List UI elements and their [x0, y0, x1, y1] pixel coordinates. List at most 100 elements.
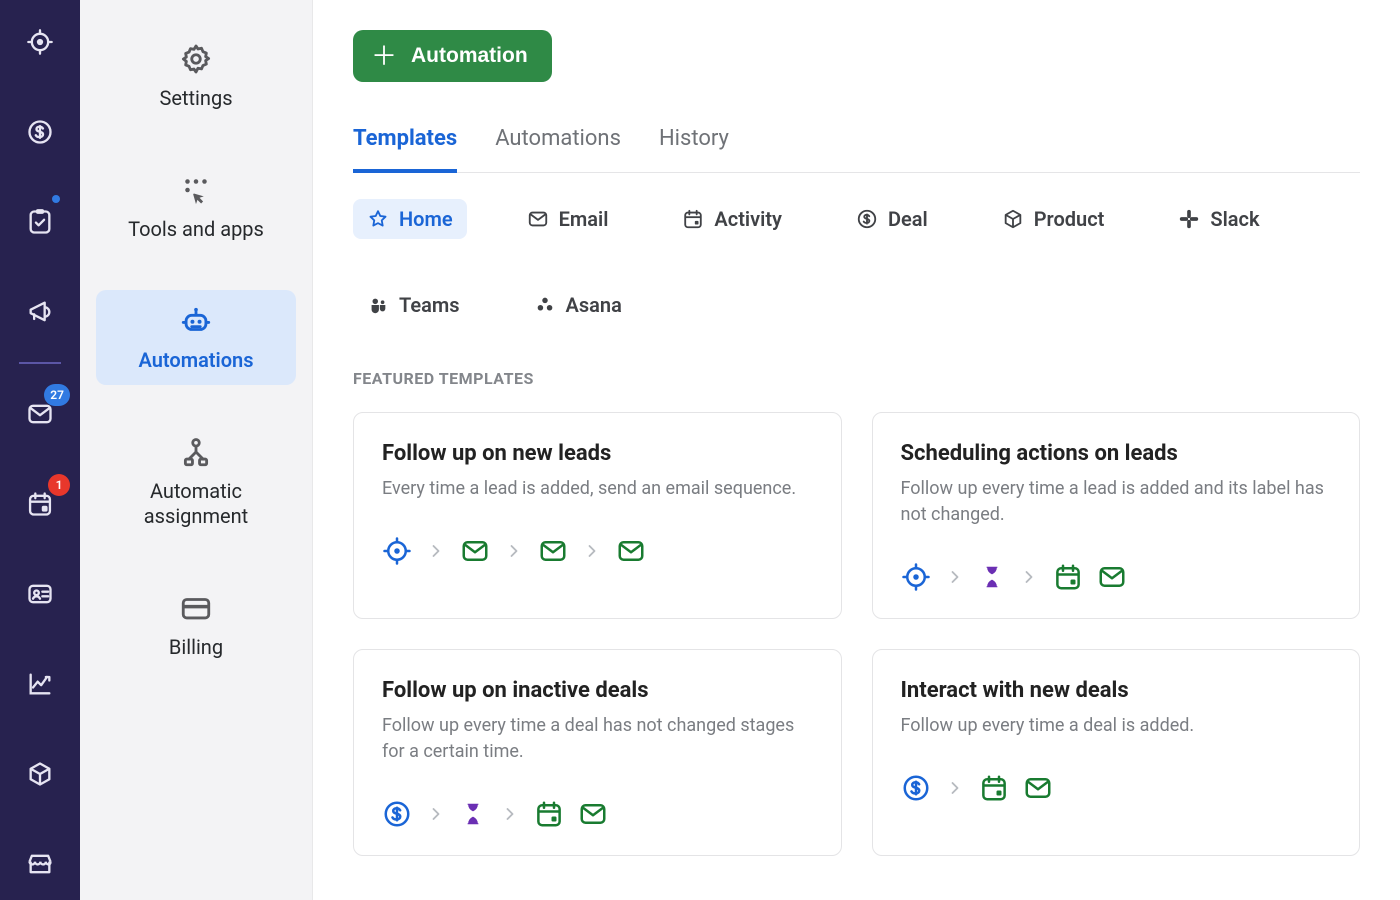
- rail-item-leads[interactable]: [16, 18, 64, 66]
- sidebar-item-label: Tools and apps: [128, 217, 264, 242]
- rail-item-contacts[interactable]: [16, 570, 64, 618]
- sidebar-item-auto-assignment[interactable]: Automatic assignment: [96, 421, 296, 541]
- calendar-icon: [534, 799, 564, 829]
- dollar-icon: [382, 799, 412, 829]
- add-automation-button[interactable]: ＋ Automation: [353, 30, 552, 82]
- robot-icon: [179, 304, 213, 338]
- dollar-icon: [901, 773, 931, 803]
- template-card-new-deals[interactable]: Interact with new deals Follow up every …: [872, 649, 1361, 856]
- card-title: Interact with new deals: [901, 678, 1332, 703]
- template-card-scheduling[interactable]: Scheduling actions on leads Follow up ev…: [872, 412, 1361, 619]
- chevron-right-icon: [582, 541, 602, 561]
- category-chips: Home Email Activity Deal Product Slack: [353, 199, 1360, 325]
- template-grid: Follow up on new leads Every time a lead…: [353, 412, 1360, 896]
- chip-asana[interactable]: Asana: [520, 285, 636, 325]
- card-flow: [901, 562, 1332, 592]
- chevron-right-icon: [945, 567, 965, 587]
- chip-label: Email: [559, 207, 609, 231]
- chevron-right-icon: [426, 804, 446, 824]
- rail-divider: [19, 362, 61, 364]
- calendar-badge: 1: [48, 474, 70, 496]
- card-icon: [179, 591, 213, 625]
- sidebar-item-label: Automations: [139, 348, 254, 373]
- notification-dot-icon: [52, 195, 60, 203]
- target-icon: [901, 562, 931, 592]
- chip-label: Asana: [566, 293, 622, 317]
- chip-deal[interactable]: Deal: [842, 199, 942, 239]
- chip-product[interactable]: Product: [988, 199, 1119, 239]
- chip-home[interactable]: Home: [353, 199, 467, 239]
- primary-nav-rail: 27 1: [0, 0, 80, 900]
- chevron-right-icon: [500, 804, 520, 824]
- tab-templates[interactable]: Templates: [353, 126, 457, 173]
- card-title: Follow up on inactive deals: [382, 678, 813, 703]
- sidebar-item-settings[interactable]: Settings: [96, 28, 296, 123]
- rail-item-products[interactable]: [16, 750, 64, 798]
- tab-history[interactable]: History: [659, 126, 729, 172]
- card-title: Scheduling actions on leads: [901, 441, 1332, 466]
- tab-automations[interactable]: Automations: [495, 126, 621, 172]
- card-title: Follow up on new leads: [382, 441, 813, 466]
- chip-activity[interactable]: Activity: [668, 199, 796, 239]
- card-flow: [901, 773, 1332, 803]
- chip-label: Activity: [714, 207, 782, 231]
- card-flow: [382, 799, 813, 829]
- settings-sidebar: Settings Tools and apps Automations Auto…: [80, 0, 312, 900]
- sidebar-item-tools-apps[interactable]: Tools and apps: [96, 159, 296, 254]
- main-tabs: Templates Automations History: [353, 126, 1360, 173]
- hourglass-icon: [460, 801, 486, 827]
- sidebar-item-label: Billing: [169, 635, 223, 660]
- chevron-right-icon: [945, 778, 965, 798]
- asana-icon: [534, 294, 556, 316]
- rail-item-tasks[interactable]: [16, 198, 64, 246]
- card-desc: Every time a lead is added, send an emai…: [382, 476, 813, 502]
- chip-label: Product: [1034, 207, 1105, 231]
- rail-item-deals[interactable]: [16, 108, 64, 156]
- template-card-new-leads[interactable]: Follow up on new leads Every time a lead…: [353, 412, 842, 619]
- mail-icon: [1097, 562, 1127, 592]
- mail-icon: [460, 536, 490, 566]
- dollar-icon: [856, 208, 878, 230]
- add-automation-label: Automation: [411, 44, 528, 68]
- rail-item-campaigns[interactable]: [16, 288, 64, 336]
- template-card-inactive-deals[interactable]: Follow up on inactive deals Follow up ev…: [353, 649, 842, 856]
- chip-label: Slack: [1210, 207, 1259, 231]
- gear-icon: [179, 42, 213, 76]
- rail-item-insights[interactable]: [16, 660, 64, 708]
- sidebar-item-billing[interactable]: Billing: [96, 577, 296, 672]
- sidebar-item-label: Automatic assignment: [100, 479, 292, 529]
- main-content: ＋ Automation Templates Automations Histo…: [312, 0, 1400, 900]
- mail-badge: 27: [44, 384, 70, 406]
- chip-label: Home: [399, 207, 453, 231]
- mail-icon: [527, 208, 549, 230]
- assignment-icon: [179, 435, 213, 469]
- card-desc: Follow up every time a deal is added.: [901, 713, 1332, 739]
- chip-label: Deal: [888, 207, 928, 231]
- mail-icon: [538, 536, 568, 566]
- target-icon: [382, 536, 412, 566]
- chevron-right-icon: [504, 541, 524, 561]
- chip-email[interactable]: Email: [513, 199, 623, 239]
- chip-label: Teams: [399, 293, 460, 317]
- card-flow: [382, 536, 813, 566]
- rail-item-mail[interactable]: 27: [16, 390, 64, 438]
- teams-icon: [367, 294, 389, 316]
- mail-icon: [1023, 773, 1053, 803]
- calendar-icon: [979, 773, 1009, 803]
- card-desc: Follow up every time a deal has not chan…: [382, 713, 813, 765]
- rail-item-calendar[interactable]: 1: [16, 480, 64, 528]
- chevron-right-icon: [426, 541, 446, 561]
- mail-icon: [578, 799, 608, 829]
- chevron-right-icon: [1019, 567, 1039, 587]
- calendar-icon: [682, 208, 704, 230]
- chip-slack[interactable]: Slack: [1164, 199, 1273, 239]
- box-icon: [1002, 208, 1024, 230]
- mail-icon: [616, 536, 646, 566]
- featured-templates-heading: Featured Templates: [353, 369, 1360, 388]
- sidebar-item-automations[interactable]: Automations: [96, 290, 296, 385]
- apps-icon: [179, 173, 213, 207]
- card-desc: Follow up every time a lead is added and…: [901, 476, 1332, 528]
- chip-teams[interactable]: Teams: [353, 285, 474, 325]
- slack-icon: [1178, 208, 1200, 230]
- rail-item-marketplace[interactable]: [16, 840, 64, 888]
